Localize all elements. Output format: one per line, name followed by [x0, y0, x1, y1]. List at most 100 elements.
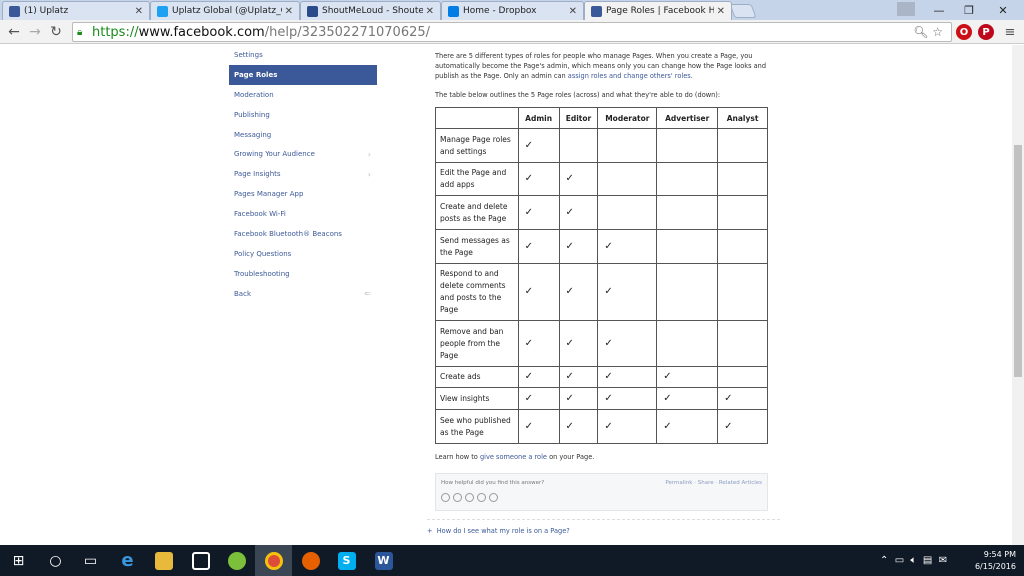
tab-strip: — ❐ ✕ (1) Uplatz ✕ Uplatz Global (@Uplatz_…: [0, 0, 1024, 20]
close-tab-icon[interactable]: ✕: [717, 6, 725, 17]
column-header: Editor: [558, 107, 599, 129]
checkmark-icon: ✓: [558, 195, 599, 230]
search-circle-icon[interactable]: ○: [37, 545, 74, 576]
maximize-button[interactable]: ❐: [954, 0, 984, 20]
sidebar-item-publishing[interactable]: Publishing: [229, 105, 377, 125]
table-row: Create ads ✓ ✓ ✓ ✓: [435, 366, 768, 388]
related-question-link[interactable]: + How do I see what my role is on a Page…: [427, 527, 570, 535]
windows-start-icon[interactable]: ⊞: [0, 545, 37, 576]
browser-tab[interactable]: Page Roles | Facebook He ✕: [584, 1, 732, 20]
sidebar-item-pages-manager-app[interactable]: Pages Manager App: [229, 184, 377, 204]
table-row: Edit the Page and add apps ✓ ✓: [435, 162, 768, 196]
sidebar-item-back[interactable]: Back ⇐: [229, 284, 377, 304]
edge-browser-icon[interactable]: e: [109, 545, 146, 576]
rating-face-icon[interactable]: [441, 493, 450, 502]
tab-title: Home - Dropbox: [463, 6, 537, 16]
rating-face-icon[interactable]: [453, 493, 462, 502]
related-question-text[interactable]: How do I see what my role is on a Page?: [437, 527, 570, 535]
windows-taskbar: ⊞ ○ ▭ e S W ⌃ ▭ 🔈︎ ▤ ✉︎ 9:54 PM 6/15/201…: [0, 545, 1024, 576]
table-row: Manage Page roles and settings ✓: [435, 128, 768, 163]
skype-icon[interactable]: S: [328, 545, 365, 576]
back-arrow-icon[interactable]: ←: [6, 24, 22, 40]
empty-cell: [656, 229, 719, 264]
empty-cell: [656, 195, 719, 230]
empty-cell: [656, 128, 719, 163]
sidebar-item-policy-questions[interactable]: Policy Questions: [229, 244, 377, 264]
permalink-share-links[interactable]: Permalink · Share · Related Articles: [665, 480, 762, 486]
sidebar-item-troubleshooting[interactable]: Troubleshooting: [229, 264, 377, 284]
lock-icon: 🔒︎: [77, 26, 83, 38]
page-roles-table: Admin Editor Moderator Advertiser Analyst Ma…: [435, 107, 768, 444]
browser-tab[interactable]: ShoutMeLoud - Shouter W✕: [300, 1, 441, 20]
rating-face-icon[interactable]: [477, 493, 486, 502]
checkmark-icon: ✓: [656, 387, 719, 410]
clock-time: 9:54 PM: [983, 550, 1016, 559]
browser-tab[interactable]: Home - Dropbox ✕: [441, 1, 584, 20]
word-icon[interactable]: W: [365, 545, 402, 576]
learn-prefix: Learn how to: [435, 453, 480, 461]
shoutmeloud-icon: [307, 5, 318, 17]
zoom-star-icons[interactable]: 🔍︎ ☆: [913, 25, 943, 39]
minimize-button[interactable]: —: [924, 0, 954, 20]
picasa-icon[interactable]: [218, 545, 255, 576]
intro-paragraph: There are 5 different types of roles for…: [435, 51, 770, 82]
sidebar-item-moderation[interactable]: Moderation: [229, 85, 377, 105]
permission-label: View insights: [435, 387, 519, 410]
empty-cell: [597, 195, 658, 230]
column-header: [435, 107, 519, 129]
rating-face-icon[interactable]: [489, 493, 498, 502]
facebook-icon: [9, 5, 20, 17]
taskbar-clock[interactable]: 9:54 PM 6/15/2016: [975, 549, 1016, 573]
close-window-button[interactable]: ✕: [988, 0, 1018, 20]
sidebar-item-label: Facebook Bluetooth® Beacons: [234, 229, 342, 238]
chrome-icon[interactable]: [255, 545, 292, 576]
reload-icon[interactable]: ↻: [48, 24, 64, 40]
sidebar-item-page-insights[interactable]: Page Insights ›: [229, 164, 377, 184]
checkmark-icon: ✓: [558, 387, 599, 410]
opera-extension-icon[interactable]: O: [956, 24, 972, 40]
assign-roles-link[interactable]: assign roles and change others' roles: [568, 72, 691, 80]
empty-cell: [656, 162, 719, 196]
permission-label: Edit the Page and add apps: [435, 162, 519, 196]
table-row: View insights ✓ ✓ ✓ ✓ ✓: [435, 387, 768, 410]
rating-face-icon[interactable]: [465, 493, 474, 502]
browser-tab[interactable]: Uplatz Global (@Uplatz_G ✕: [150, 1, 300, 20]
sidebar-item-facebook-bluetooth-beacons[interactable]: Facebook Bluetooth® Beacons: [229, 224, 377, 244]
sidebar-item-growing-your-audience[interactable]: Growing Your Audience ›: [229, 144, 377, 164]
browser-tab[interactable]: (1) Uplatz ✕: [2, 1, 150, 20]
url-scheme: https://: [92, 24, 139, 40]
file-explorer-icon[interactable]: [145, 545, 182, 576]
scrollbar-thumb[interactable]: [1014, 145, 1022, 377]
new-tab-button[interactable]: [729, 4, 757, 18]
sidebar-item-facebook-wi-fi[interactable]: Facebook Wi-Fi: [229, 204, 377, 224]
rating-faces: [441, 493, 498, 502]
help-sidebar: Settings Page Roles Moderation Publishing Me…: [229, 45, 377, 304]
checkmark-icon: ✓: [597, 229, 658, 264]
sidebar-item-messaging[interactable]: Messaging: [229, 125, 377, 145]
learn-how-text: Learn how to give someone a role on your…: [435, 453, 594, 461]
pinterest-extension-icon[interactable]: P: [978, 24, 994, 40]
system-tray-icons[interactable]: ⌃ ▭ 🔈︎ ▤ ✉︎: [880, 545, 947, 576]
page-scrollbar[interactable]: [1012, 45, 1024, 545]
user-profile-icon[interactable]: [897, 2, 915, 16]
close-tab-icon[interactable]: ✕: [135, 6, 143, 17]
close-tab-icon[interactable]: ✕: [426, 6, 434, 17]
give-role-link[interactable]: give someone a role: [480, 453, 547, 461]
store-icon[interactable]: [182, 545, 219, 576]
forward-arrow-icon[interactable]: →: [27, 24, 43, 40]
firefox-icon[interactable]: [292, 545, 329, 576]
close-tab-icon[interactable]: ✕: [569, 6, 577, 17]
empty-cell: [717, 263, 768, 321]
empty-cell: [717, 128, 768, 163]
sidebar-item-settings[interactable]: Settings: [229, 45, 377, 65]
menu-icon[interactable]: ≡: [1002, 24, 1018, 40]
tab-title: (1) Uplatz: [24, 6, 69, 16]
permission-label: Respond to and delete comments and posts…: [435, 263, 519, 321]
task-view-icon[interactable]: ▭: [72, 545, 109, 576]
empty-cell: [597, 162, 658, 196]
sidebar-item-page-roles[interactable]: Page Roles: [229, 64, 377, 85]
checkmark-icon: ✓: [558, 162, 599, 196]
address-bar[interactable]: 🔒︎ https://www.facebook.com/help/3235022…: [72, 22, 952, 42]
close-tab-icon[interactable]: ✕: [285, 6, 293, 17]
checkmark-icon: ✓: [558, 366, 599, 388]
